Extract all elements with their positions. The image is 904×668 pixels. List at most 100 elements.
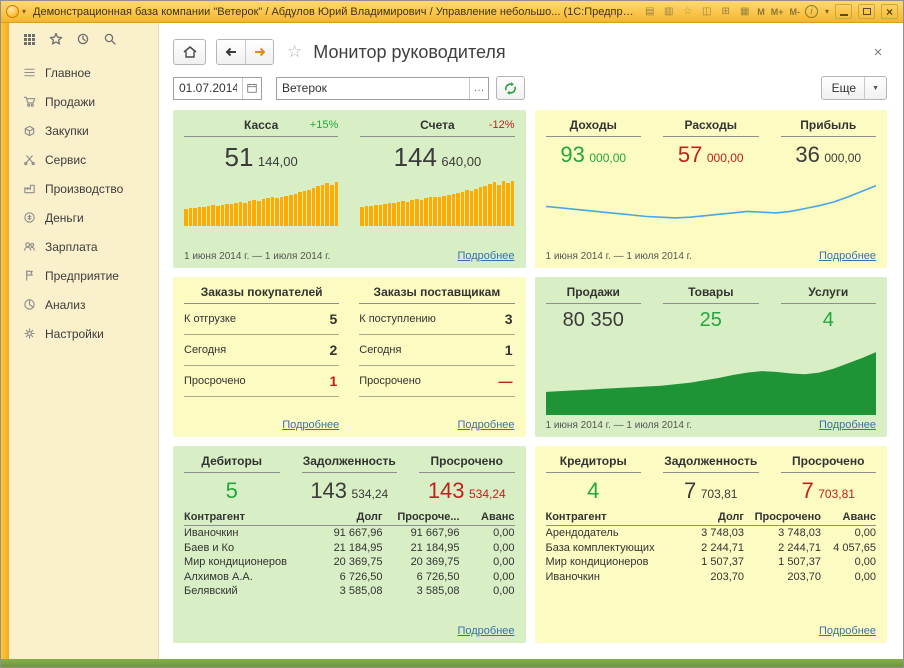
bar (374, 205, 378, 226)
memory-button-m[interactable]: M (756, 7, 766, 17)
memory-button-m-minus[interactable]: M- (788, 7, 801, 17)
calculator-icon[interactable]: ⊞ (718, 5, 733, 19)
sidebar-item-label: Анализ (45, 298, 86, 312)
bar (307, 190, 311, 226)
table-row[interactable]: Алхимов А.А.6 726,506 726,500,00 (184, 570, 515, 585)
table-cell-advance: 4 057,65 (826, 541, 876, 556)
bar (325, 183, 329, 226)
table-cell-debt: 203,70 (672, 570, 744, 585)
history-clock-icon[interactable] (76, 32, 90, 46)
bar (198, 207, 202, 226)
bar (239, 202, 243, 226)
bar (456, 193, 460, 226)
table-row[interactable]: Иваночкин91 667,9691 667,960,00 (184, 526, 515, 541)
favorites-icon[interactable]: ☆ (680, 5, 695, 19)
bar (392, 203, 396, 226)
sidebar-item-label: Продажи (45, 95, 95, 109)
bar (184, 209, 188, 226)
organization-input[interactable] (277, 79, 469, 98)
accounts-delta-badge: -12% (489, 119, 515, 131)
detail-link[interactable]: Подробнее (282, 419, 339, 431)
table-row[interactable]: Баев и Ко21 184,9521 184,950,00 (184, 541, 515, 556)
bar (369, 206, 373, 226)
table-row[interactable]: Мир кондиционеров1 507,371 507,370,00 (546, 555, 877, 570)
sidebar-item-production[interactable]: Производство (9, 174, 158, 203)
detail-link[interactable]: Подробнее (457, 250, 514, 262)
back-button[interactable] (217, 40, 245, 64)
app-icon[interactable] (6, 5, 19, 18)
table-row[interactable]: Иваночкин203,70203,700,00 (546, 570, 877, 585)
bar (335, 182, 339, 226)
kassa-delta-badge: +15% (310, 119, 338, 131)
bar (234, 203, 238, 226)
customer-orders-block: Заказы покупателей К отгрузке 5 Сегодня … (184, 285, 339, 431)
system-menu-icon[interactable]: ▾ (22, 7, 26, 16)
table-row[interactable]: Арендодатель3 748,033 748,030,00 (546, 526, 877, 541)
table-row[interactable]: База комплектующих2 244,712 244,714 057,… (546, 541, 877, 556)
bar (415, 199, 419, 226)
table-cell-overdue: 3 585,08 (388, 584, 460, 599)
add-favorite-star-icon[interactable]: ☆ (287, 42, 302, 62)
creditors-table: Контрагент Долг Просрочено Аванс Арендод… (546, 511, 877, 584)
table-cell-debt: 2 244,71 (672, 541, 744, 556)
calendar-icon[interactable]: ▦ (737, 5, 752, 19)
panel-icon[interactable]: ▤ (642, 5, 657, 19)
sidebar-item-enterprise[interactable]: Предприятие (9, 261, 158, 290)
search-icon[interactable] (103, 32, 117, 46)
bar (243, 203, 247, 226)
table-row[interactable]: Белявский3 585,083 585,080,00 (184, 584, 515, 599)
sales-value: 80 350 (546, 309, 642, 332)
history-icon[interactable]: ◫ (699, 5, 714, 19)
info-icon[interactable]: i (805, 5, 818, 18)
open-items-icon[interactable]: ▥ (661, 5, 676, 19)
refresh-button[interactable] (496, 76, 525, 100)
creditors-panel: Кредиторы Задолженность Просрочено 4 7 7… (535, 446, 888, 643)
bar (497, 185, 501, 226)
cash-panel: Касса +15% Счета -12% 51 144,00 144 640,… (173, 110, 526, 268)
sidebar-item-main[interactable]: Главное (9, 58, 158, 87)
more-caret-icon: ▼ (864, 77, 886, 99)
sidebar-item-money[interactable]: Деньги (9, 203, 158, 232)
organization-choose-button[interactable]: … (469, 78, 488, 99)
sidebar-item-label: Настройки (45, 327, 104, 341)
home-button[interactable] (173, 39, 206, 65)
info-menu-chevron-icon[interactable]: ▾ (825, 7, 829, 16)
more-button[interactable]: Еще ▼ (821, 76, 887, 100)
bar (284, 196, 288, 226)
orders-row: К отгрузке 5 (184, 304, 339, 335)
window-close-button[interactable]: × (881, 4, 898, 19)
sidebar-item-sales[interactable]: Продажи (9, 87, 158, 116)
detail-link[interactable]: Подробнее (819, 419, 876, 431)
close-form-button[interactable]: × (869, 44, 887, 61)
table-row[interactable]: Мир кондиционеров20 369,7520 369,750,00 (184, 555, 515, 570)
sidebar-item-salary[interactable]: Зарплата (9, 232, 158, 261)
home-icon (182, 45, 198, 59)
sidebar-item-analysis[interactable]: Анализ (9, 290, 158, 319)
table-cell-debt: 20 369,75 (311, 555, 383, 570)
sidebar-item-label: Зарплата (45, 240, 98, 254)
kassa-header: Касса +15% (184, 118, 338, 137)
detail-link[interactable]: Подробнее (457, 419, 514, 431)
bar (216, 206, 220, 226)
table-cell-overdue: 20 369,75 (388, 555, 460, 570)
detail-link[interactable]: Подробнее (457, 625, 514, 637)
date-picker-button[interactable] (242, 78, 261, 99)
bar (502, 181, 506, 226)
sidebar-item-settings[interactable]: Настройки (9, 319, 158, 348)
sidebar-item-service[interactable]: Сервис (9, 145, 158, 174)
favorites-star-icon[interactable] (49, 32, 63, 46)
detail-link[interactable]: Подробнее (819, 250, 876, 262)
date-input[interactable] (174, 79, 242, 98)
filter-bar: … Еще ▼ (173, 76, 887, 100)
minimize-button[interactable] (835, 4, 852, 19)
sidebar-item-purchases[interactable]: Закупки (9, 116, 158, 145)
bar (252, 200, 256, 226)
functions-menu-icon[interactable] (22, 32, 36, 46)
forward-button[interactable] (245, 40, 273, 64)
detail-link[interactable]: Подробнее (819, 625, 876, 637)
debtors-overdue-header: Просрочено (419, 454, 515, 473)
maximize-button[interactable] (858, 4, 875, 19)
table-cell-name: Иваночкин (546, 570, 668, 585)
memory-button-m-plus[interactable]: M+ (770, 7, 785, 17)
more-button-label: Еще (832, 81, 856, 95)
